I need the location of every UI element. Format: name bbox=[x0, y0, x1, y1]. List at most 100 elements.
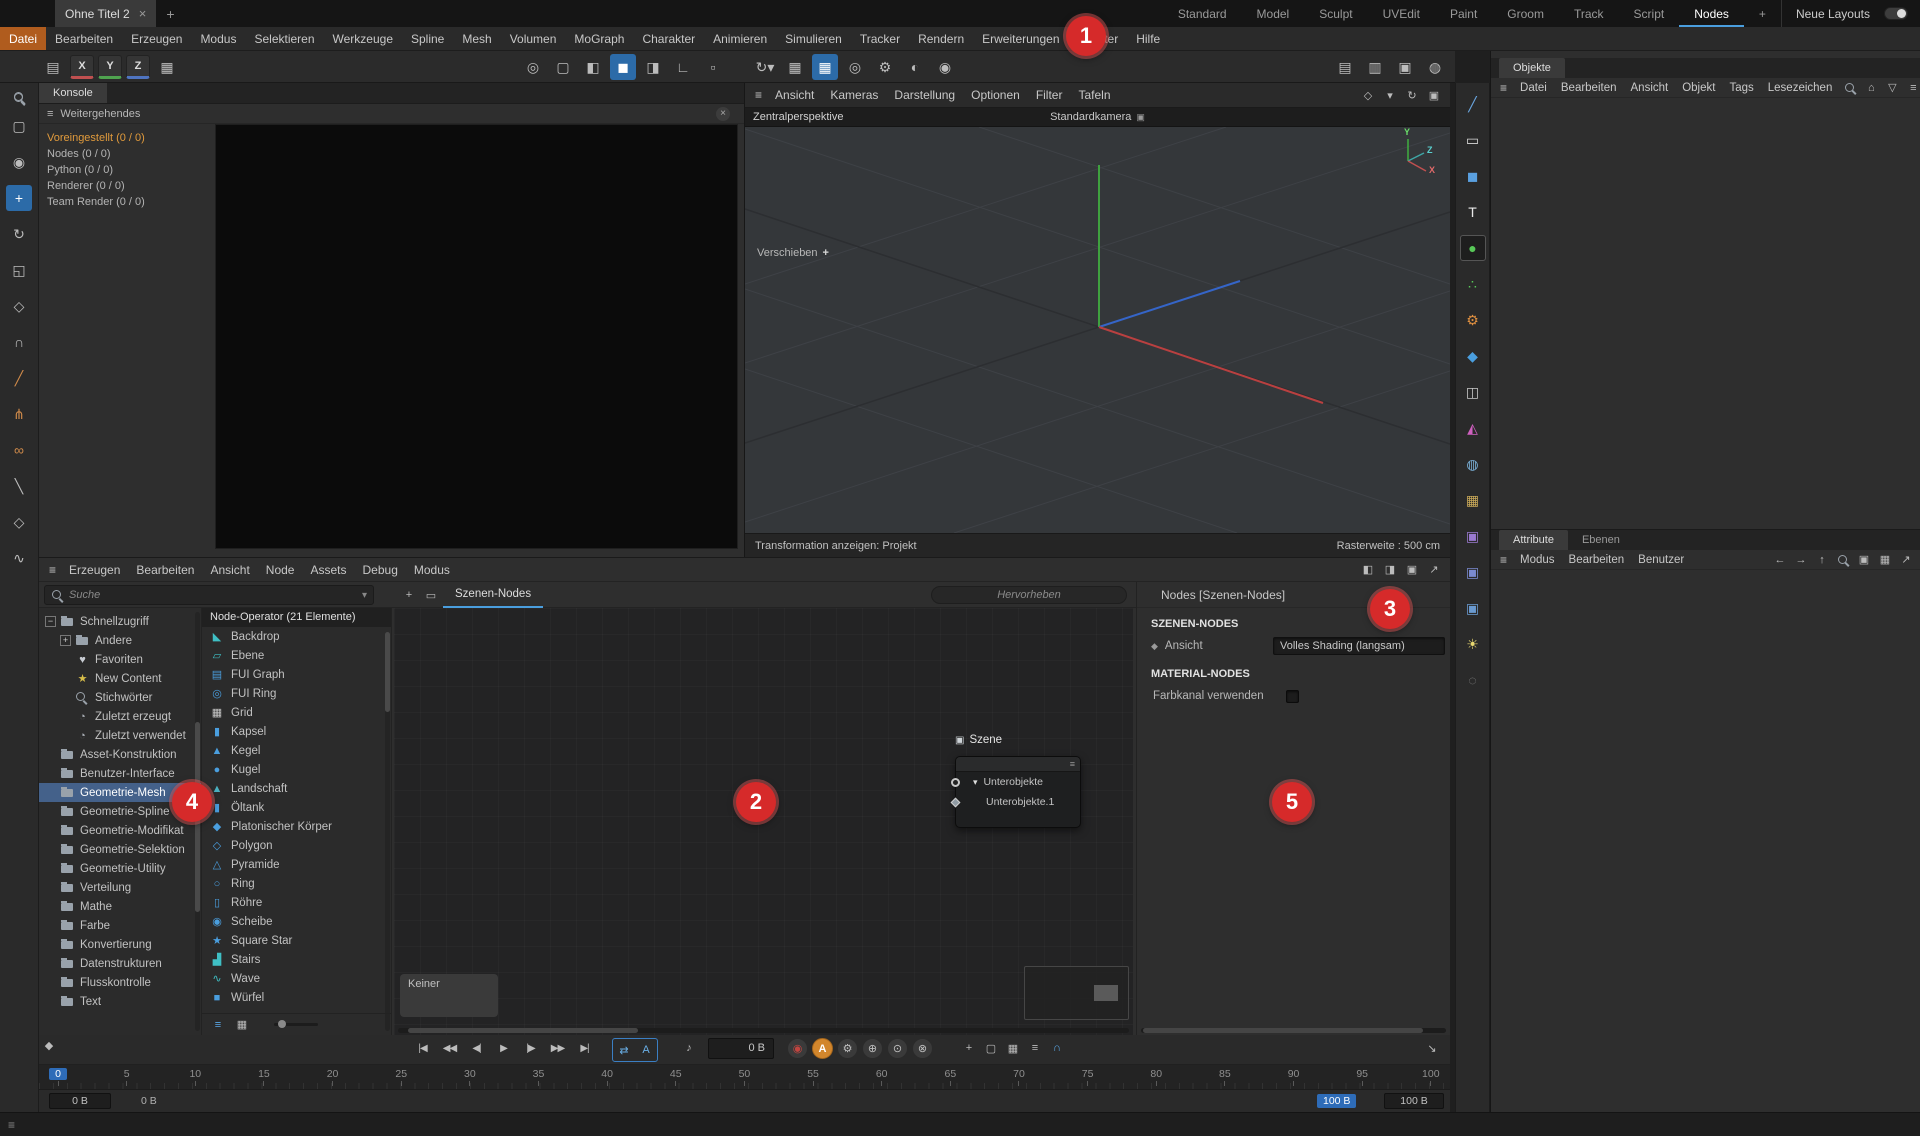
hamburger-icon[interactable]: ≡ bbox=[47, 108, 53, 120]
objects-menu-item[interactable]: Ansicht bbox=[1624, 82, 1676, 94]
tree-item[interactable]: Farbe bbox=[39, 916, 201, 935]
highlight-field[interactable] bbox=[931, 586, 1127, 604]
stage-icon[interactable]: ▦ bbox=[1460, 487, 1486, 513]
node-editor-menu-item[interactable]: Ansicht bbox=[202, 563, 257, 577]
menu-item[interactable]: Spline bbox=[402, 27, 453, 50]
keyframe-settings-button[interactable]: ⚙ bbox=[837, 1038, 858, 1059]
play-mode-icon[interactable]: ⇄ bbox=[614, 1040, 634, 1060]
sound-toggle[interactable]: ♪ bbox=[679, 1038, 699, 1058]
go-to-start-button[interactable]: |◀ bbox=[410, 1038, 435, 1058]
tree-expander[interactable] bbox=[45, 939, 56, 950]
layout-tab[interactable]: Sculpt bbox=[1304, 0, 1367, 27]
take-render-icon[interactable]: ▣ bbox=[1392, 54, 1418, 80]
texture-mode-icon[interactable]: ◨ bbox=[640, 54, 666, 80]
paint-tool-icon[interactable]: ╲ bbox=[6, 473, 32, 499]
attribute-manager-area[interactable] bbox=[1491, 570, 1920, 1107]
new-document-tab-button[interactable]: + bbox=[166, 6, 174, 22]
tree-expander[interactable] bbox=[45, 844, 56, 855]
snap-grid-icon[interactable]: ▦ bbox=[782, 54, 808, 80]
node-editor-menu-item[interactable]: Debug bbox=[355, 563, 406, 577]
menu-item[interactable]: Selektieren bbox=[245, 27, 323, 50]
node-operator-item[interactable]: △ Pyramide bbox=[202, 855, 391, 874]
tree-item[interactable]: − Schnellzugriff bbox=[39, 612, 201, 631]
console-source-item[interactable]: Renderer (0 / 0) bbox=[39, 178, 214, 194]
primitive-cube-icon[interactable]: ◼ bbox=[1460, 163, 1486, 189]
motion-system-icon[interactable]: ▦ bbox=[1003, 1038, 1023, 1058]
close-icon[interactable]: × bbox=[716, 107, 730, 121]
lock-icon[interactable]: ▣ bbox=[1854, 550, 1874, 570]
tree-item[interactable]: ◔ Zuletzt erzeugt bbox=[39, 707, 201, 726]
viewport-render-settings-icon[interactable]: ◉ bbox=[932, 54, 958, 80]
console-source-item[interactable]: Team Render (0 / 0) bbox=[39, 194, 214, 210]
spline-tool-icon[interactable]: ∿ bbox=[6, 545, 32, 571]
tree-item[interactable]: ★ New Content bbox=[39, 669, 201, 688]
render-region-icon[interactable]: ▢ bbox=[550, 54, 576, 80]
tree-item[interactable]: + Andere bbox=[39, 631, 201, 650]
tag-icon[interactable]: ◆ bbox=[1460, 343, 1486, 369]
previous-frame-button[interactable]: ◀| bbox=[464, 1038, 489, 1058]
list-view-icon[interactable]: ≡ bbox=[208, 1015, 228, 1035]
node-operator-item[interactable]: ∿ Wave bbox=[202, 969, 391, 988]
gear-icon[interactable]: ⚙ bbox=[872, 54, 898, 80]
operator-scrollbar[interactable] bbox=[385, 632, 390, 1031]
tree-item[interactable]: Verteilung bbox=[39, 878, 201, 897]
icon-size-slider[interactable] bbox=[274, 1023, 318, 1026]
node-editor-menu-item[interactable]: Modus bbox=[406, 563, 458, 577]
add-node-graph-button[interactable]: + bbox=[399, 585, 419, 605]
nav-up-icon[interactable]: ↑ bbox=[1812, 550, 1832, 570]
pliers-tool-icon[interactable]: ⋔ bbox=[6, 401, 32, 427]
environment-icon[interactable]: ◍ bbox=[1460, 451, 1486, 477]
menu-item[interactable]: Werkzeuge bbox=[324, 27, 402, 50]
tree-expander[interactable] bbox=[60, 673, 71, 684]
node-operator-item[interactable]: ◇ Polygon bbox=[202, 836, 391, 855]
layout-tab[interactable]: Nodes bbox=[1679, 0, 1744, 27]
picture-viewer-icon[interactable]: ▤ bbox=[1332, 54, 1358, 80]
menu-item[interactable]: Modus bbox=[191, 27, 245, 50]
node-graph-canvas[interactable]: ▣ Szene ≡ ▾ Unterobjekte Unterobjekte.1 bbox=[394, 608, 1133, 1035]
node-operator-item[interactable]: ▤ FUI Graph bbox=[202, 665, 391, 684]
pin-icon[interactable]: ◇ bbox=[1358, 85, 1378, 105]
axis-z-button[interactable]: Z bbox=[126, 55, 150, 79]
node-operator-item[interactable]: ▯ Röhre bbox=[202, 893, 391, 912]
node-operator-item[interactable]: ○ Ring bbox=[202, 874, 391, 893]
nav-forward-icon[interactable]: → bbox=[1791, 550, 1811, 570]
detach-icon[interactable]: ↗ bbox=[1424, 560, 1444, 580]
viewport-canvas[interactable]: Verschieben + Y Z X bbox=[745, 127, 1450, 533]
node-operator-item[interactable]: ◉ Scheibe bbox=[202, 912, 391, 931]
filter-icon[interactable]: ▽ bbox=[1882, 78, 1902, 98]
menu-item[interactable]: Datei bbox=[0, 27, 46, 50]
keyframe-selection-icon[interactable]: + bbox=[959, 1038, 979, 1058]
console-output[interactable] bbox=[215, 124, 738, 549]
menu-item[interactable]: Erzeugen bbox=[122, 27, 191, 50]
tree-expander[interactable] bbox=[60, 711, 71, 722]
tree-item[interactable]: Geometrie-Modifikat bbox=[39, 821, 201, 840]
console-filter-label[interactable]: Weitergehendes bbox=[60, 108, 140, 120]
field-icon[interactable]: ∴ bbox=[1460, 271, 1486, 297]
workplane-icon[interactable]: ∟ bbox=[670, 54, 696, 80]
next-frame-button[interactable]: |▶ bbox=[518, 1038, 543, 1058]
child-port[interactable] bbox=[951, 798, 961, 808]
tree-expander[interactable] bbox=[60, 692, 71, 703]
attribute-manager-tab[interactable]: Ebenen bbox=[1568, 530, 1634, 550]
layout-tab[interactable]: Model bbox=[1242, 0, 1305, 27]
viewport-render-icon[interactable]: ◐ bbox=[902, 54, 928, 80]
document-tab[interactable]: Ohne Titel 2 × bbox=[55, 0, 156, 27]
shading-dropdown[interactable]: Volles Shading (langsam) bbox=[1273, 637, 1445, 655]
layout-tab[interactable]: Script bbox=[1619, 0, 1680, 27]
axis-y-button[interactable]: Y bbox=[98, 55, 122, 79]
menu-item[interactable]: Simulieren bbox=[776, 27, 851, 50]
tree-expander[interactable] bbox=[45, 863, 56, 874]
menu-item[interactable]: Animieren bbox=[704, 27, 776, 50]
node-editor-menu-item[interactable]: Assets bbox=[302, 563, 354, 577]
scene-node[interactable]: ≡ ▾ Unterobjekte Unterobjekte.1 bbox=[955, 756, 1081, 828]
search-icon[interactable] bbox=[1833, 550, 1853, 570]
objects-menu-item[interactable]: Datei bbox=[1513, 82, 1554, 94]
material-nodes-section[interactable]: MATERIAL-NODES bbox=[1137, 658, 1450, 684]
new-layouts-button[interactable]: Neue Layouts bbox=[1781, 0, 1884, 27]
pen-tool-icon[interactable]: ◇ bbox=[6, 509, 32, 535]
tree-expander[interactable] bbox=[45, 977, 56, 988]
simulation-icon[interactable]: ⚙ bbox=[1460, 307, 1486, 333]
range-end-marker[interactable]: 100 B bbox=[1317, 1094, 1356, 1108]
console-tab[interactable]: Konsole bbox=[39, 83, 107, 103]
key-position-toggle[interactable]: ⊕ bbox=[862, 1038, 883, 1059]
